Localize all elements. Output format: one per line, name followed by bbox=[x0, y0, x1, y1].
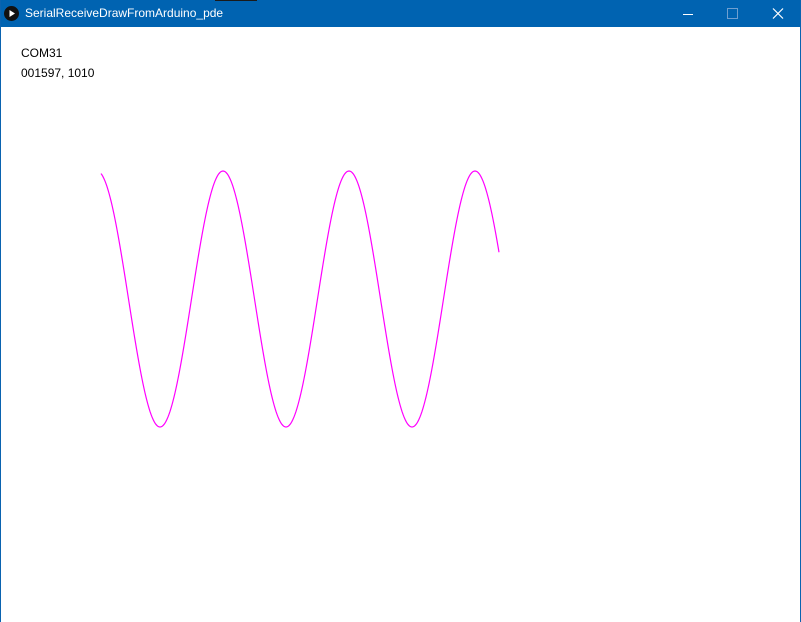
minimize-icon bbox=[683, 14, 693, 15]
close-icon bbox=[772, 8, 784, 19]
waveform-line bbox=[100, 170, 500, 428]
minimize-button[interactable] bbox=[665, 0, 710, 27]
close-button[interactable] bbox=[755, 0, 800, 27]
titlebar-notch bbox=[215, 0, 257, 1]
title-bar[interactable]: SerialReceiveDrawFromArduino_pde bbox=[1, 0, 800, 27]
maximize-icon bbox=[727, 8, 738, 19]
sketch-window: SerialReceiveDrawFromArduino_pde COM31 0… bbox=[0, 0, 801, 622]
waveform-canvas bbox=[100, 170, 500, 428]
window-title: SerialReceiveDrawFromArduino_pde bbox=[25, 6, 224, 20]
maximize-button[interactable] bbox=[710, 0, 755, 27]
processing-play-icon[interactable] bbox=[4, 6, 19, 21]
